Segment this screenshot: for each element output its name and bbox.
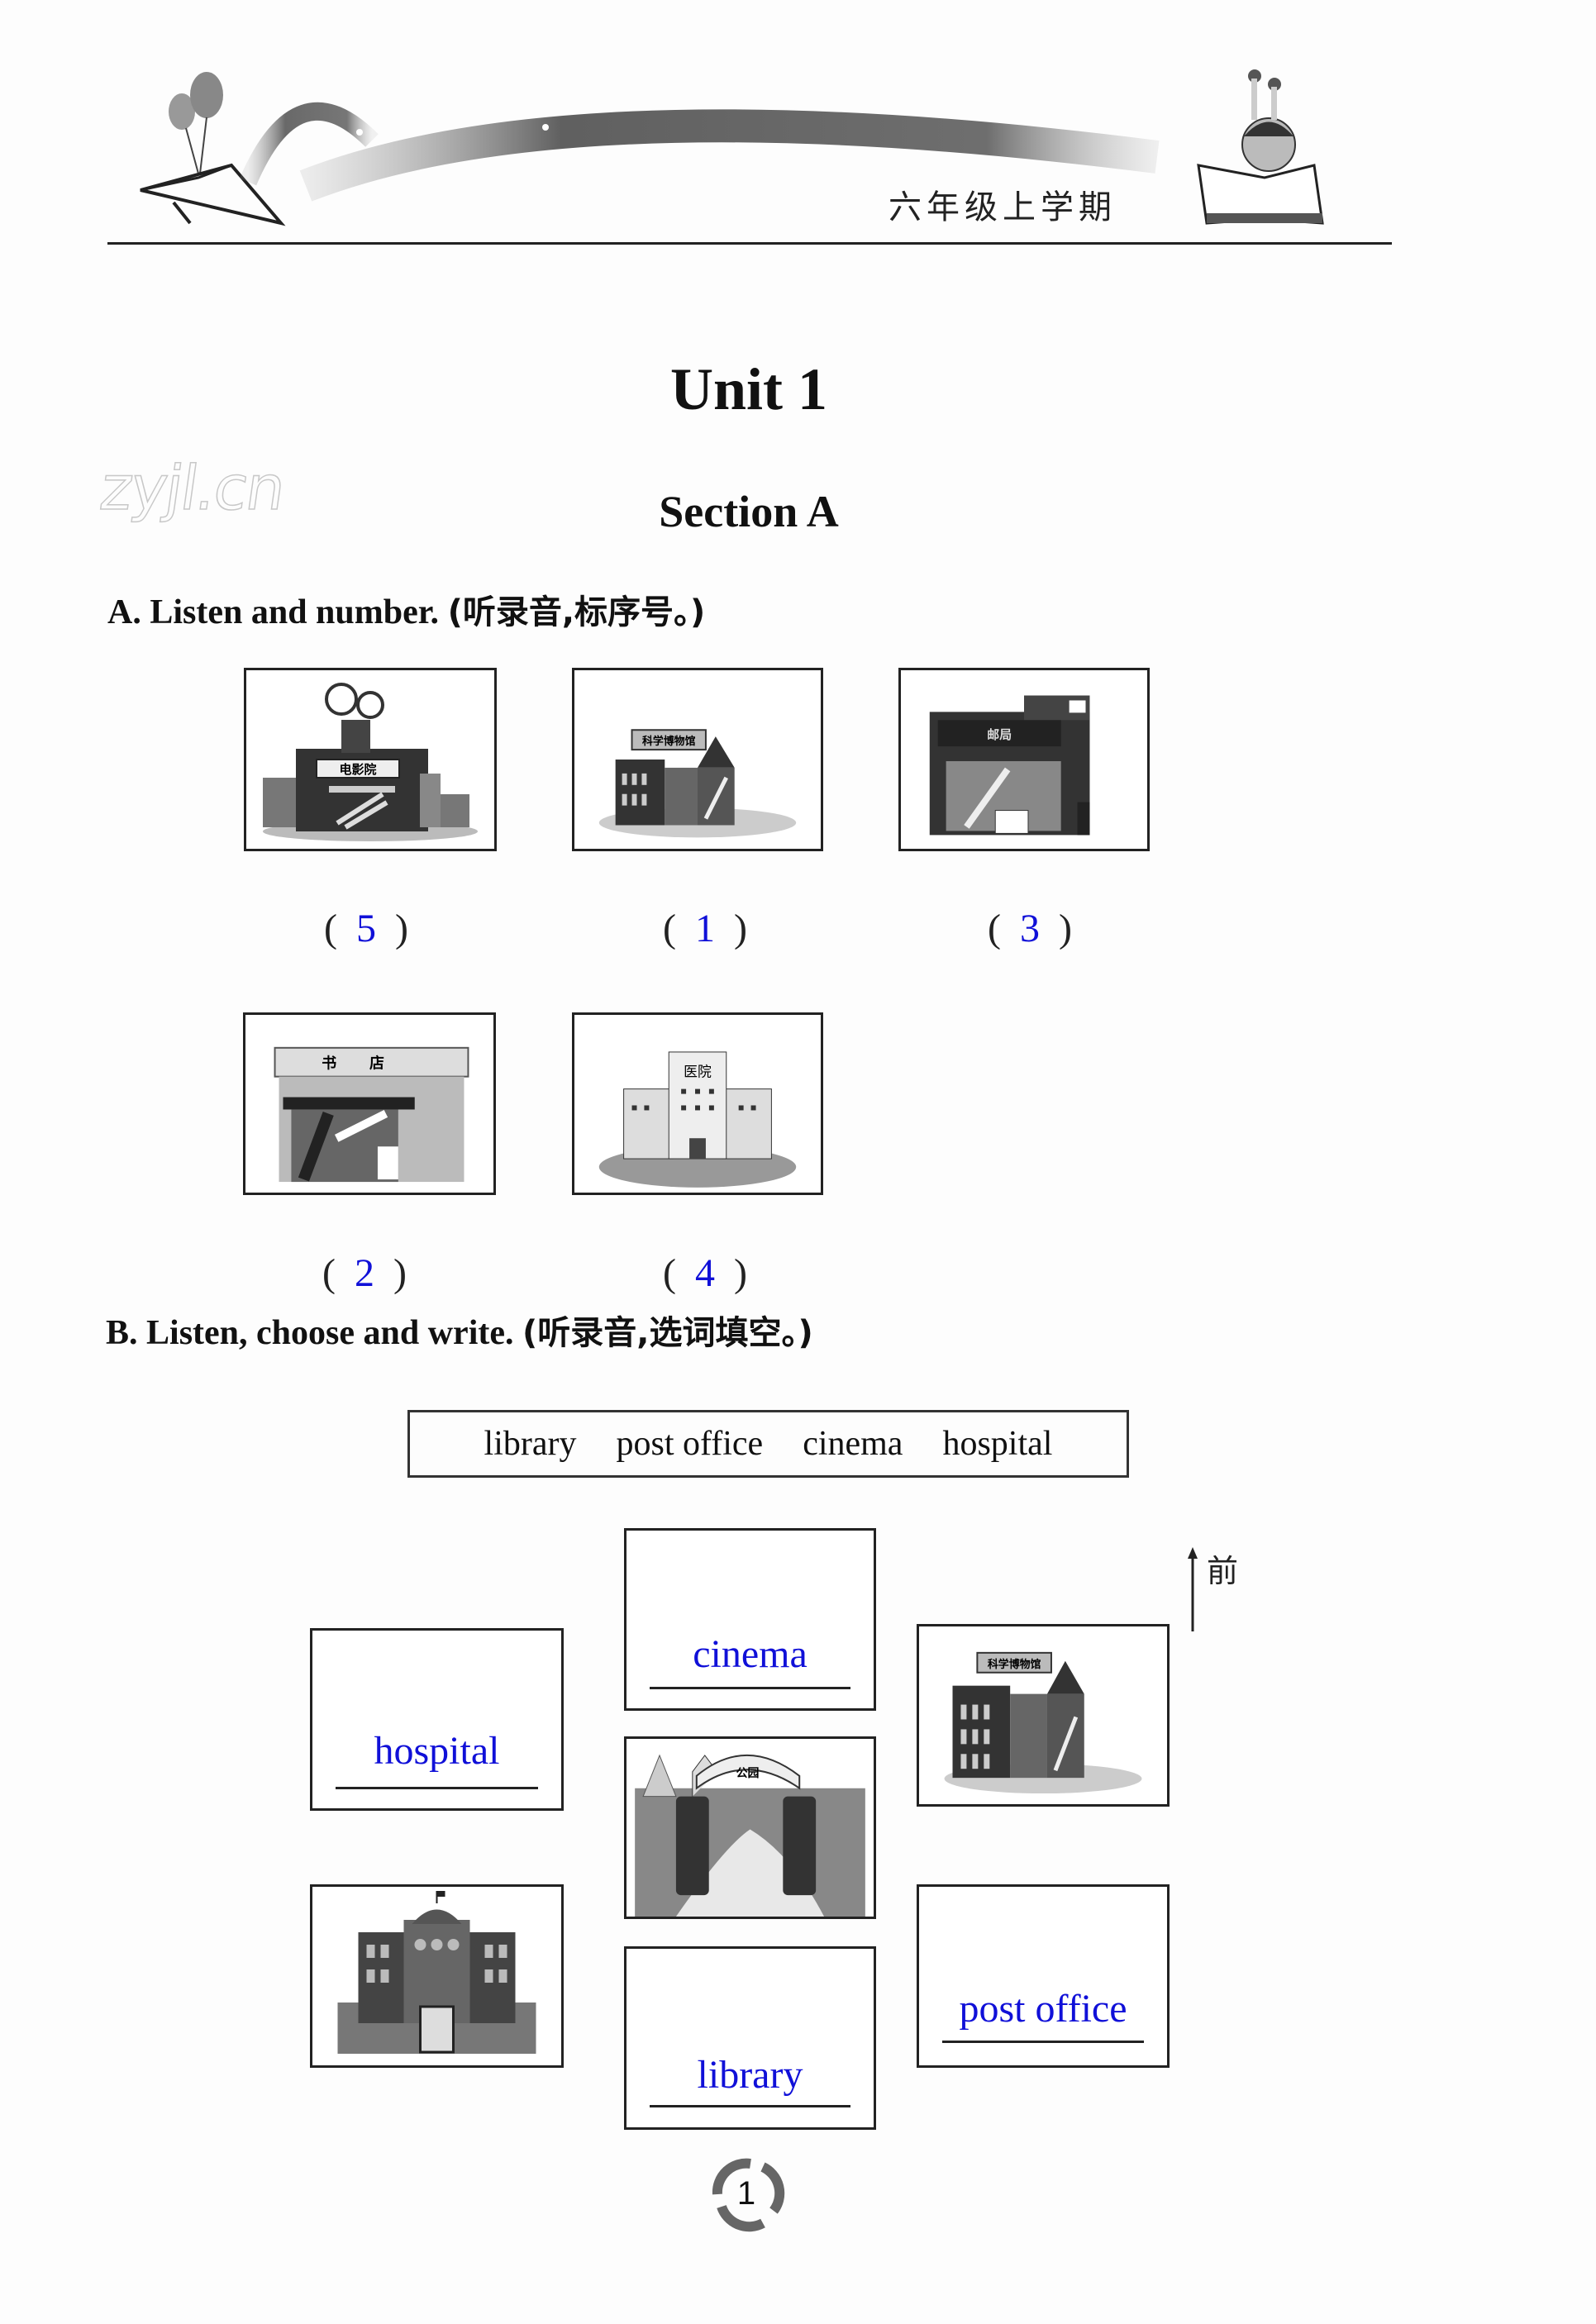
answer-underline bbox=[942, 2041, 1144, 2043]
answer-underline bbox=[650, 1687, 850, 1689]
post-office-icon: 邮局 bbox=[929, 695, 1090, 836]
picture-hospital: 医院 bbox=[572, 1012, 823, 1195]
map-science-museum: 科学博物馆 bbox=[917, 1624, 1170, 1807]
answer-underline bbox=[336, 1787, 538, 1789]
page-number: 1 bbox=[736, 2175, 756, 2212]
bookstore-icon: 书店 bbox=[274, 1046, 469, 1183]
bookstore-sign: 书店 bbox=[322, 1055, 417, 1073]
school-building-icon bbox=[337, 1891, 536, 2054]
svg-text:科学博物馆: 科学博物馆 bbox=[988, 1658, 1041, 1671]
museum-sign: 科学博物馆 bbox=[642, 735, 696, 748]
answer-hospital[interactable]: (4) bbox=[631, 1250, 779, 1296]
word-bank: library post office cinema hospital bbox=[407, 1410, 1129, 1478]
answer-bookstore[interactable]: (2) bbox=[290, 1250, 439, 1296]
picture-science-museum: 科学博物馆 bbox=[572, 668, 823, 851]
answer-value: 4 bbox=[695, 1251, 715, 1295]
fill-answer: hospital bbox=[374, 1729, 500, 1773]
rainbow-large bbox=[299, 109, 1160, 202]
unit-title: Unit 1 bbox=[669, 356, 828, 422]
word-bank-item: library bbox=[484, 1425, 577, 1463]
map-school bbox=[310, 1884, 564, 2068]
map-box-post-office[interactable]: post office bbox=[917, 1884, 1170, 2068]
part-a-instruction-cn: (听录音,标序号。) bbox=[447, 593, 706, 631]
word-bank-item: cinema bbox=[803, 1425, 903, 1463]
hospital-sign: 医院 bbox=[684, 1064, 712, 1080]
fill-answer: post office bbox=[959, 1987, 1127, 2031]
part-b-instruction: B. Listen, choose and write. (听录音,选词填空。) bbox=[106, 1306, 813, 1354]
hospital-icon: 医院 bbox=[598, 1051, 797, 1188]
cinema-icon: 电影院 bbox=[263, 683, 478, 841]
header-banner-illustration bbox=[107, 66, 1397, 244]
reading-girl-icon bbox=[1197, 69, 1324, 225]
map-box-library[interactable]: library bbox=[624, 1946, 876, 2130]
picture-cinema: 电影院 bbox=[244, 668, 497, 851]
up-arrow-icon bbox=[1188, 1547, 1198, 1631]
post-office-sign: 邮局 bbox=[987, 727, 1012, 742]
part-a-instruction: A. Listen and number. (听录音,标序号。) bbox=[107, 585, 705, 633]
map-park: 公园 bbox=[624, 1736, 876, 1919]
hearts-balloon-icon bbox=[169, 72, 223, 174]
section-title: Section A bbox=[659, 487, 839, 536]
science-museum-icon: 科学博物馆 bbox=[944, 1651, 1142, 1794]
word-bank-item: post office bbox=[616, 1425, 764, 1463]
map-box-cinema[interactable]: cinema bbox=[624, 1528, 876, 1711]
science-museum-icon: 科学博物馆 bbox=[598, 729, 797, 838]
word-bank-item: hospital bbox=[942, 1425, 1053, 1463]
direction-label: 前 bbox=[1207, 1553, 1239, 1589]
cinema-sign: 电影院 bbox=[339, 762, 376, 777]
fill-answer: cinema bbox=[693, 1632, 808, 1676]
answer-value: 3 bbox=[1020, 907, 1040, 950]
header-divider bbox=[107, 242, 1392, 245]
part-b-instruction-cn: (听录音,选词填空。) bbox=[522, 1314, 813, 1352]
answer-cinema[interactable]: (5) bbox=[292, 906, 441, 951]
answer-underline bbox=[650, 2105, 850, 2107]
answer-value: 2 bbox=[355, 1251, 374, 1295]
part-b-instruction-en: B. Listen, choose and write. bbox=[106, 1314, 514, 1352]
answer-value: 5 bbox=[356, 907, 376, 950]
map-box-hospital[interactable]: hospital bbox=[310, 1628, 564, 1811]
grade-label: 六年级上学期 bbox=[889, 188, 1117, 226]
svg-text:公园: 公园 bbox=[736, 1767, 760, 1780]
part-a-instruction-en: A. Listen and number. bbox=[107, 593, 440, 631]
fill-answer: library bbox=[697, 2053, 803, 2097]
picture-post-office: 邮局 bbox=[898, 668, 1150, 851]
park-gate-icon: 公园 bbox=[635, 1754, 865, 1917]
answer-science-museum[interactable]: (1) bbox=[631, 906, 779, 951]
answer-post-office[interactable]: (3) bbox=[955, 906, 1104, 951]
picture-bookstore: 书店 bbox=[243, 1012, 496, 1195]
answer-value: 1 bbox=[695, 907, 715, 950]
